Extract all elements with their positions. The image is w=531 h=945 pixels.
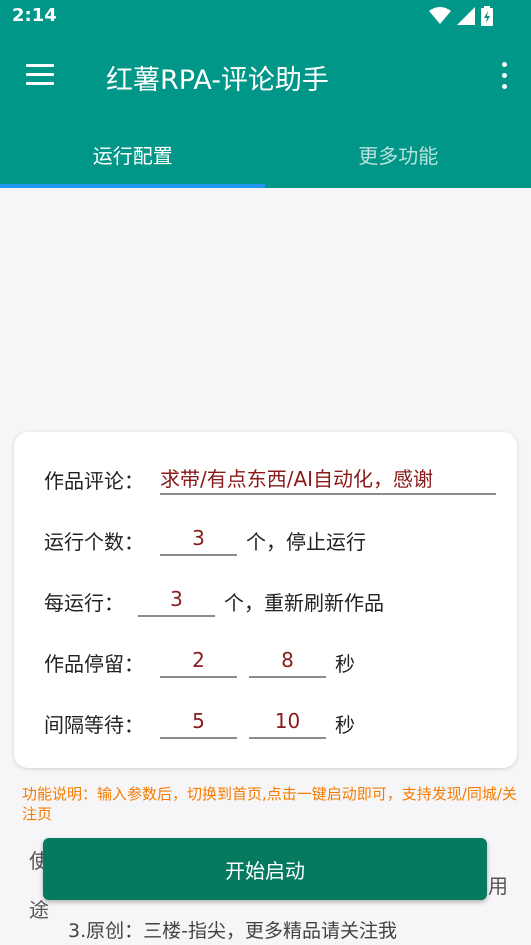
credit-line: 3.原创：三楼-指尖，更多精品请关注我: [68, 920, 397, 942]
stay-min-input[interactable]: [160, 644, 237, 678]
tab-bar: 运行配置 更多功能: [0, 118, 531, 188]
battery-icon: [481, 6, 493, 26]
tab-run-config[interactable]: 运行配置: [0, 118, 266, 188]
app-title: 红薯RPA-评论助手: [106, 65, 329, 96]
cellular-signal-icon: [457, 7, 475, 25]
status-time: 2:14: [12, 5, 57, 26]
comment-label: 作品评论：: [44, 469, 144, 493]
status-icons: [429, 6, 493, 26]
active-tab-indicator: [0, 184, 265, 188]
interval-min-input[interactable]: [160, 705, 237, 739]
status-bar: 2:14: [0, 0, 531, 32]
config-card: 作品评论： 运行个数： 个，停止运行 每运行： 个，重新刷新作品 作品停留： 秒…: [14, 432, 517, 768]
interval-max-input[interactable]: [249, 705, 326, 739]
tab-more-features[interactable]: 更多功能: [266, 118, 531, 188]
hamburger-menu-icon[interactable]: [26, 64, 54, 86]
comment-input[interactable]: [160, 461, 496, 495]
run-count-input[interactable]: [160, 522, 237, 556]
refresh-count-input[interactable]: [138, 583, 215, 617]
stay-label: 作品停留：: [44, 652, 144, 676]
stay-unit: 秒: [335, 652, 355, 676]
run-count-label: 运行个数：: [44, 530, 144, 554]
overflow-menu-icon[interactable]: [499, 62, 509, 90]
interval-label: 间隔等待：: [44, 713, 144, 737]
refresh-suffix: 个，重新刷新作品: [224, 591, 384, 615]
start-button[interactable]: 开始启动: [43, 838, 487, 900]
wifi-icon: [429, 7, 451, 24]
partial-text-right: 用: [488, 874, 508, 898]
interval-unit: 秒: [335, 713, 355, 737]
feature-description: 功能说明：输入参数后，切换到首页,点击一键启动即可，支持发现/同城/关注页: [22, 785, 517, 823]
stay-max-input[interactable]: [249, 644, 326, 678]
app-bar: 红薯RPA-评论助手: [0, 32, 531, 118]
run-count-suffix: 个，停止运行: [246, 530, 366, 554]
refresh-label: 每运行：: [44, 591, 124, 615]
